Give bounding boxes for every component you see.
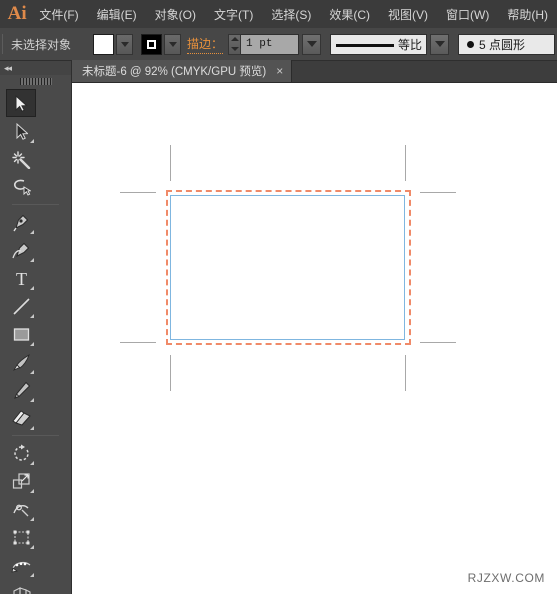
brush-definition-value: 5 点圆形 [479, 37, 526, 52]
menu-window[interactable]: 窗口(W) [437, 0, 498, 28]
brush-definition-control[interactable]: 5 点圆形 [458, 33, 557, 55]
crop-mark-bottom-left-vertical [170, 355, 171, 391]
crop-mark-left-top-horizontal [120, 192, 156, 193]
menu-view[interactable]: 视图(V) [379, 0, 437, 28]
divider [12, 204, 59, 205]
close-icon[interactable]: × [276, 65, 283, 77]
rectangle-tool[interactable] [6, 320, 36, 348]
shape-builder-tool[interactable] [6, 551, 36, 579]
document-tab[interactable]: 未标题-6 @ 92% (CMYK/GPU 预览) × [72, 60, 293, 82]
line-segment-tool[interactable] [6, 292, 36, 320]
crop-mark-right-bottom-horizontal [420, 342, 456, 343]
free-transform-tool[interactable] [6, 523, 36, 551]
crop-mark-left-bottom-horizontal [120, 342, 156, 343]
menu-type[interactable]: 文字(T) [205, 0, 262, 28]
artboard[interactable] [170, 195, 405, 340]
paintbrush-tool[interactable] [6, 348, 36, 376]
magic-wand-tool[interactable] [6, 145, 36, 173]
stroke-weight-input[interactable]: 1 pt [241, 33, 300, 55]
menu-effect[interactable]: 效果(C) [320, 0, 379, 28]
brush-preview-icon [467, 40, 475, 48]
tools-panel-header: ◂◂ [0, 61, 71, 75]
pen-tool[interactable] [6, 208, 36, 236]
divider [12, 435, 59, 436]
fill-dropdown-button[interactable] [116, 33, 134, 55]
width-profile-control[interactable]: 等比 [330, 33, 450, 55]
canvas-area[interactable]: RJZXW.COM [72, 83, 557, 594]
menu-select[interactable]: 选择(S) [262, 0, 320, 28]
menu-help[interactable]: 帮助(H) [498, 0, 557, 28]
width-tool[interactable] [6, 495, 36, 523]
menu-object[interactable]: 对象(O) [146, 0, 205, 28]
stroke-dropdown-button[interactable] [164, 33, 182, 55]
type-tool[interactable]: T [6, 264, 36, 292]
stroke-color-swatch[interactable] [141, 33, 163, 55]
tools-grid: T [0, 87, 71, 594]
crop-mark-top-left-vertical [170, 145, 171, 181]
scale-tool[interactable] [6, 467, 36, 495]
menu-file[interactable]: 文件(F) [30, 0, 87, 28]
illustrator-window: Ai 文件(F) 编辑(E) 对象(O) 文字(T) 选择(S) 效果(C) 视… [0, 0, 557, 594]
perspective-grid-tool[interactable] [6, 579, 36, 594]
document-tab-title: 未标题-6 @ 92% (CMYK/GPU 预览) [82, 66, 267, 78]
lasso-tool[interactable] [6, 173, 36, 201]
stroke-weight-dropdown-button[interactable] [302, 33, 322, 55]
svg-text:T: T [16, 269, 27, 288]
crop-mark-bottom-right-vertical [405, 355, 406, 391]
fill-color-control[interactable] [93, 33, 134, 55]
crop-mark-right-top-horizontal [420, 192, 456, 193]
pencil-tool[interactable] [6, 376, 36, 404]
selection-tool[interactable] [6, 89, 36, 117]
tools-panel: ◂◂ T [0, 61, 72, 594]
stroke-weight-stepper[interactable] [228, 33, 242, 55]
eraser-tool[interactable] [6, 404, 36, 432]
tools-panel-grip[interactable] [0, 75, 71, 87]
direct-selection-tool[interactable] [6, 117, 36, 145]
fill-color-swatch[interactable] [93, 33, 115, 55]
selection-status-label: 未选择对象 [11, 37, 72, 52]
crop-mark-top-right-vertical [405, 145, 406, 181]
width-profile-value: 等比 [398, 37, 423, 52]
brush-definition-field[interactable]: 5 点圆形 [458, 33, 556, 55]
stroke-color-control[interactable] [141, 33, 182, 55]
stroke-weight-control[interactable]: 1 pt [228, 33, 322, 55]
collapse-panel-icon[interactable]: ◂◂ [4, 63, 12, 74]
width-profile-dropdown-button[interactable] [430, 33, 450, 55]
control-bar: 未选择对象 描边： 1 pt 等比 5 点圆形 [0, 28, 557, 61]
watermark-text: RJZXW.COM [467, 571, 545, 585]
menu-bar: Ai 文件(F) 编辑(E) 对象(O) 文字(T) 选择(S) 效果(C) 视… [0, 0, 557, 28]
document-tab-bar: 未标题-6 @ 92% (CMYK/GPU 预览) × [72, 60, 557, 83]
width-profile-field[interactable]: 等比 [330, 33, 428, 55]
control-bar-grip[interactable] [2, 34, 3, 54]
width-profile-preview-icon [336, 43, 395, 47]
menu-edit[interactable]: 编辑(E) [88, 0, 146, 28]
stroke-weight-label[interactable]: 描边： [187, 35, 224, 54]
app-logo: Ai [7, 3, 27, 24]
curvature-tool[interactable] [6, 236, 36, 264]
rotate-tool[interactable] [6, 439, 36, 467]
